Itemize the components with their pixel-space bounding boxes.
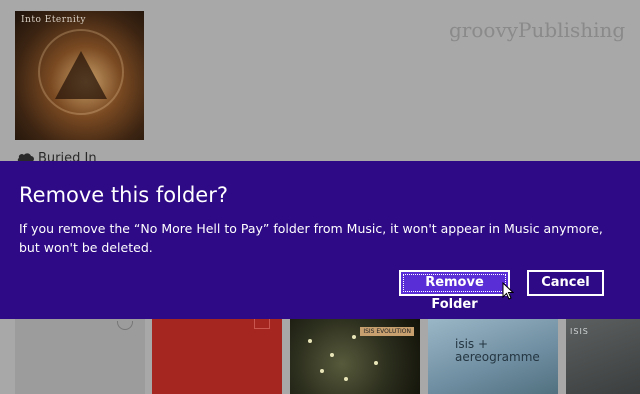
album-thumbnail[interactable]: isis + aereogramme [428, 319, 558, 394]
album-thumbnail-text: isis + aereogramme [455, 337, 540, 364]
album-band-name: Into Eternity [21, 15, 86, 25]
remove-folder-button[interactable]: Remove Folder [399, 270, 510, 312]
album-art[interactable]: Into Eternity [15, 11, 144, 140]
emblem-icon [117, 321, 133, 330]
mouse-cursor-icon [502, 282, 514, 300]
album-thumbnail-text: ISIS [570, 327, 589, 336]
light-dot [320, 369, 324, 373]
light-dot [374, 361, 378, 365]
box-icon [254, 319, 270, 329]
watermark: groovyPublishing [449, 18, 626, 42]
cancel-button[interactable]: Cancel [527, 270, 604, 296]
album-thumbnail[interactable] [152, 319, 282, 394]
dialog-message: If you remove the “No More Hell to Pay” … [19, 221, 603, 255]
album-thumbnail-text: ISIS EVOLUTION [360, 327, 414, 336]
light-dot [352, 335, 356, 339]
dialog-title: Remove this folder? [19, 183, 228, 207]
light-dot [330, 353, 334, 357]
light-dot [308, 339, 312, 343]
album-thumbnail[interactable]: ISIS EVOLUTION [290, 319, 420, 394]
album-thumbnail[interactable]: ISIS [566, 319, 640, 394]
light-dot [344, 377, 348, 381]
album-art-pyramid [55, 51, 107, 99]
album-thumbnail[interactable] [15, 319, 145, 394]
